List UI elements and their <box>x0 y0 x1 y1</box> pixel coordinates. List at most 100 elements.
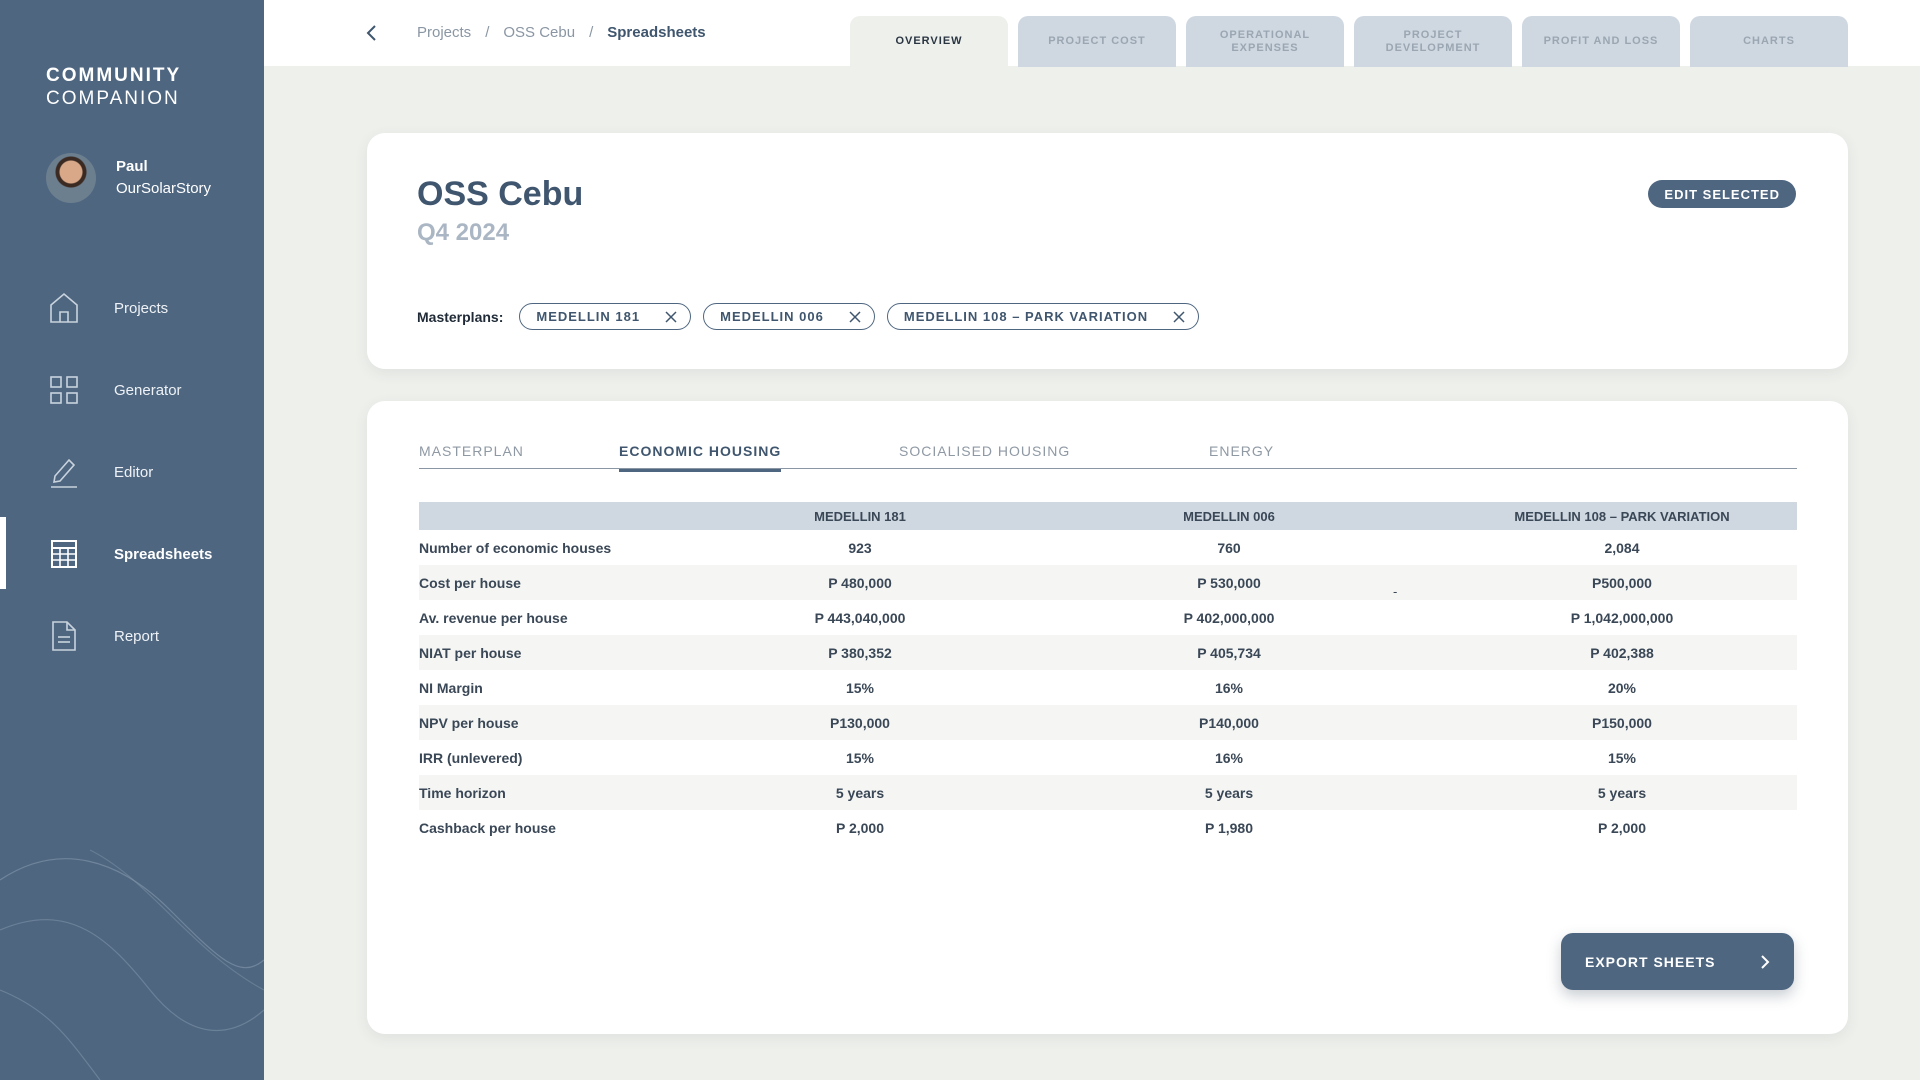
table-row: NIAT per house P 380,352 P 405,734 P 402… <box>419 635 1797 670</box>
table-cell: P 443,040,000 <box>814 609 906 626</box>
sidebar-item-report[interactable]: Report <box>0 595 264 677</box>
tab-operational-expenses[interactable]: OPERATIONAL EXPENSES <box>1186 16 1344 67</box>
brand-line-1: COMMUNITY <box>46 65 182 86</box>
table-cell: 5 years <box>1597 784 1647 801</box>
export-sheets-button[interactable]: EXPORT SHEETS <box>1561 933 1794 990</box>
table-cell: 923 <box>848 539 872 556</box>
table-row: Cashback per house P 2,000 P 1,980 P 2,0… <box>419 810 1797 845</box>
table-row: IRR (unlevered) 15% 16% 15% <box>419 740 1797 775</box>
tab-overview[interactable]: OVERVIEW <box>850 16 1008 67</box>
sidebar-item-projects[interactable]: Projects <box>0 267 264 349</box>
row-label: NI Margin <box>419 679 483 696</box>
close-icon[interactable] <box>1172 310 1186 324</box>
edit-selected-button[interactable]: EDIT SELECTED <box>1648 180 1796 208</box>
table-cell: 760 <box>1217 539 1241 556</box>
close-icon[interactable] <box>664 310 678 324</box>
user-name: Paul <box>116 158 148 175</box>
table-header-row: MEDELLIN 181 MEDELLIN 006 MEDELLIN 108 –… <box>419 502 1797 530</box>
table-cell: 15% <box>1607 749 1637 766</box>
sidebar-item-label: Editor <box>114 463 154 481</box>
page-subtitle: Q4 2024 <box>417 219 510 246</box>
table-row: Number of economic houses 923 760 2,084 <box>419 530 1797 565</box>
brand-line-2: COMPANION <box>46 88 180 109</box>
sidebar-item-spreadsheets[interactable]: Spreadsheets <box>0 513 264 595</box>
table-cell: 5 years <box>1204 784 1254 801</box>
pencil-icon <box>48 455 80 489</box>
main-tabs: OVERVIEW PROJECT COST OPERATIONAL EXPENS… <box>850 16 1858 67</box>
row-label: NIAT per house <box>419 644 522 661</box>
breadcrumb: Projects / OSS Cebu / Spreadsheets <box>417 24 706 41</box>
table-cell: 2,084 <box>1604 539 1640 556</box>
tab-charts[interactable]: CHARTS <box>1690 16 1848 67</box>
masterplan-chip: MEDELLIN 108 – PARK VARIATION <box>886 303 1200 330</box>
table-row: Cost per house P 480,000 P 530,000 P500,… <box>419 565 1797 600</box>
table-cell: P 480,000 <box>828 574 892 591</box>
row-label: Number of economic houses <box>419 539 612 556</box>
row-label: Av. revenue per house <box>419 609 568 626</box>
data-table: MEDELLIN 181 MEDELLIN 006 MEDELLIN 108 –… <box>419 502 1797 845</box>
table-cell: P 1,042,000,000 <box>1570 609 1674 626</box>
row-label: Cashback per house <box>419 819 556 836</box>
sidebar-item-generator[interactable]: Generator <box>0 349 264 431</box>
breadcrumb-project[interactable]: OSS Cebu <box>503 24 575 41</box>
home-icon <box>48 291 80 325</box>
table-row: NPV per house P130,000 P140,000 P150,000 <box>419 705 1797 740</box>
chip-label: MEDELLIN 108 – PARK VARIATION <box>903 309 1149 324</box>
table-cell: 16% <box>1214 749 1244 766</box>
subtab-energy[interactable]: ENERGY <box>1209 443 1274 469</box>
row-label: Cost per house <box>419 574 521 591</box>
avatar[interactable] <box>46 153 96 203</box>
export-sheets-label: EXPORT SHEETS <box>1585 953 1716 970</box>
document-icon <box>48 619 80 653</box>
sidebar-item-label: Projects <box>114 299 169 317</box>
tab-project-cost[interactable]: PROJECT COST <box>1018 16 1176 67</box>
subtab-economic-housing[interactable]: ECONOMIC HOUSING <box>619 443 782 472</box>
table-cell: P 530,000 <box>1197 574 1261 591</box>
table-cell: P500,000 <box>1592 574 1652 591</box>
subtab-masterplan[interactable]: MASTERPLAN <box>419 443 524 469</box>
user-org: OurSolarStory <box>116 180 212 197</box>
masterplans-filter: Masterplans: MEDELLIN 181 MEDELLIN 006 M… <box>417 303 1211 330</box>
sidebar: COMMUNITY COMPANION Paul OurSolarStory P… <box>0 0 264 1080</box>
top-bar: Projects / OSS Cebu / Spreadsheets OVERV… <box>264 0 1920 67</box>
table-cell: 5 years <box>835 784 885 801</box>
chip-label: MEDELLIN 181 <box>536 309 641 324</box>
table-cell: P 2,000 <box>835 819 884 836</box>
stray-mark: - <box>1393 584 1398 599</box>
table-cell: P 380,352 <box>828 644 892 661</box>
back-button[interactable] <box>358 20 384 46</box>
grid-icon <box>48 373 80 407</box>
breadcrumb-projects[interactable]: Projects <box>417 24 471 41</box>
table-cell: 16% <box>1214 679 1244 696</box>
sidebar-item-label: Report <box>114 627 160 645</box>
table-row: NI Margin 15% 16% 20% <box>419 670 1797 705</box>
masterplans-label: Masterplans: <box>417 308 504 325</box>
close-icon[interactable] <box>848 310 862 324</box>
table-cell: P 2,000 <box>1597 819 1646 836</box>
table-cell: P 1,980 <box>1204 819 1253 836</box>
breadcrumb-current: Spreadsheets <box>607 24 706 41</box>
column-header: MEDELLIN 181 <box>814 508 906 524</box>
masterplan-chip: MEDELLIN 006 <box>703 303 875 330</box>
column-header: MEDELLIN 108 – PARK VARIATION <box>1514 508 1730 524</box>
spreadsheet-icon <box>48 537 80 571</box>
sidebar-item-editor[interactable]: Editor <box>0 431 264 513</box>
tab-profit-and-loss[interactable]: PROFIT AND LOSS <box>1522 16 1680 67</box>
tab-project-development[interactable]: PROJECT DEVELOPMENT <box>1354 16 1512 67</box>
sidebar-nav: Projects Generator Editor Spreadsheets R… <box>0 267 264 677</box>
decorative-wave <box>0 849 264 1080</box>
column-header: MEDELLIN 006 <box>1183 508 1275 524</box>
table-cell: P 402,388 <box>1590 644 1654 661</box>
page-title: OSS Cebu <box>417 175 584 213</box>
table-cell: P150,000 <box>1592 714 1652 731</box>
table-cell: 15% <box>845 679 875 696</box>
table-cell: P130,000 <box>830 714 890 731</box>
table-cell: P140,000 <box>1199 714 1259 731</box>
row-label: NPV per house <box>419 714 519 731</box>
user-profile[interactable]: Paul OurSolarStory <box>46 153 211 203</box>
sheet-subtabs: MASTERPLAN ECONOMIC HOUSING SOCIALISED H… <box>419 443 1797 472</box>
subtab-socialised-housing[interactable]: SOCIALISED HOUSING <box>899 443 1070 469</box>
table-cell: 15% <box>845 749 875 766</box>
brand-logo: COMMUNITY COMPANION <box>46 64 181 110</box>
masterplan-chip: MEDELLIN 181 <box>519 303 692 330</box>
